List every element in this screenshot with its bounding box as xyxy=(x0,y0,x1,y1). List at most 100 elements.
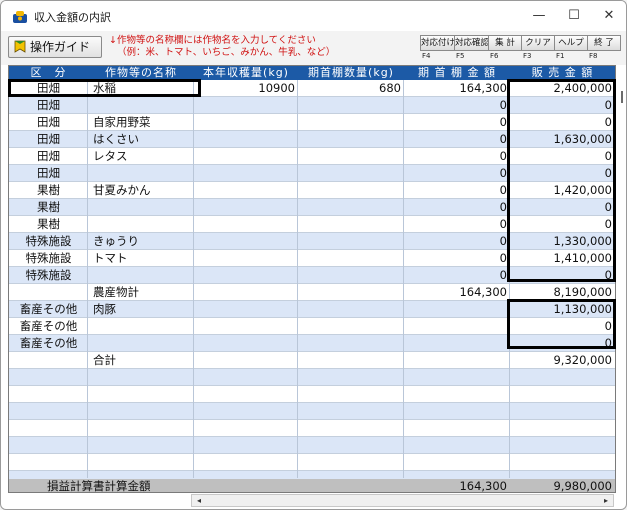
sales-amount-cell[interactable]: 0 xyxy=(510,318,615,335)
opening-qty-cell[interactable] xyxy=(298,284,404,301)
sales-amount-cell[interactable] xyxy=(510,369,615,386)
sales-amount-cell[interactable]: 1,130,000 xyxy=(510,301,615,318)
crop-name-cell[interactable]: 甘夏みかん xyxy=(88,182,194,199)
scroll-left-arrow-icon[interactable]: ◂ xyxy=(193,495,205,506)
harvest-qty-cell[interactable] xyxy=(194,454,298,471)
crop-name-cell[interactable] xyxy=(88,216,194,233)
opening-qty-cell[interactable] xyxy=(298,301,404,318)
category-cell[interactable]: 田畑 xyxy=(9,97,88,114)
opening-amount-cell[interactable]: 164,300 xyxy=(404,80,510,97)
opening-amount-cell[interactable] xyxy=(404,318,510,335)
harvest-qty-cell[interactable] xyxy=(194,216,298,233)
category-cell[interactable]: 特殊施設 xyxy=(9,233,88,250)
harvest-qty-cell[interactable] xyxy=(194,165,298,182)
harvest-qty-cell[interactable] xyxy=(194,182,298,199)
maximize-button[interactable]: ☐ xyxy=(556,5,592,27)
crop-name-cell[interactable]: トマト xyxy=(88,250,194,267)
harvest-qty-cell[interactable] xyxy=(194,267,298,284)
harvest-qty-cell[interactable] xyxy=(194,352,298,369)
harvest-qty-cell[interactable] xyxy=(194,97,298,114)
opening-amount-cell[interactable]: 0 xyxy=(404,250,510,267)
opening-amount-cell[interactable] xyxy=(404,301,510,318)
crop-name-cell[interactable]: 水稲 xyxy=(88,80,194,97)
sales-amount-cell[interactable]: 0 xyxy=(510,199,615,216)
category-cell[interactable]: 畜産その他 xyxy=(9,318,88,335)
opening-qty-cell[interactable] xyxy=(298,420,404,437)
opening-qty-cell[interactable] xyxy=(298,352,404,369)
opening-amount-cell[interactable]: 0 xyxy=(404,267,510,284)
opening-qty-cell[interactable] xyxy=(298,114,404,131)
opening-qty-cell[interactable] xyxy=(298,250,404,267)
opening-amount-cell[interactable] xyxy=(404,369,510,386)
opening-qty-cell[interactable] xyxy=(298,182,404,199)
opening-amount-cell[interactable] xyxy=(404,403,510,420)
sales-amount-cell[interactable]: 0 xyxy=(510,165,615,182)
category-cell[interactable] xyxy=(9,369,88,386)
operation-guide-button[interactable]: 操作ガイド xyxy=(8,36,102,58)
harvest-qty-cell[interactable] xyxy=(194,420,298,437)
opening-amount-cell[interactable]: 0 xyxy=(404,165,510,182)
close-button[interactable]: ✕ xyxy=(591,5,626,27)
opening-amount-cell[interactable]: 0 xyxy=(404,216,510,233)
opening-amount-cell[interactable] xyxy=(404,420,510,437)
opening-amount-cell[interactable]: 0 xyxy=(404,182,510,199)
harvest-qty-cell[interactable] xyxy=(194,386,298,403)
harvest-qty-cell[interactable] xyxy=(194,284,298,301)
sales-amount-cell[interactable]: 1,630,000 xyxy=(510,131,615,148)
harvest-qty-cell[interactable] xyxy=(194,318,298,335)
crop-name-cell[interactable] xyxy=(88,267,194,284)
opening-amount-cell[interactable]: 0 xyxy=(404,148,510,165)
category-cell[interactable]: 田畑 xyxy=(9,114,88,131)
sales-amount-cell[interactable]: 0 xyxy=(510,114,615,131)
category-cell[interactable]: 田畑 xyxy=(9,131,88,148)
clear-button[interactable]: クリア xyxy=(521,35,555,51)
crop-name-cell[interactable]: きゅうり xyxy=(88,233,194,250)
opening-amount-cell[interactable]: 0 xyxy=(404,233,510,250)
crop-name-cell[interactable] xyxy=(88,318,194,335)
category-cell[interactable]: 特殊施設 xyxy=(9,250,88,267)
harvest-qty-cell[interactable] xyxy=(194,148,298,165)
category-cell[interactable] xyxy=(9,386,88,403)
category-cell[interactable]: 田畑 xyxy=(9,165,88,182)
opening-amount-cell[interactable] xyxy=(404,335,510,352)
category-cell[interactable]: 畜産その他 xyxy=(9,335,88,352)
crop-name-cell[interactable] xyxy=(88,335,194,352)
harvest-qty-cell[interactable] xyxy=(194,199,298,216)
harvest-qty-cell[interactable] xyxy=(194,437,298,454)
opening-qty-cell[interactable] xyxy=(298,131,404,148)
category-cell[interactable] xyxy=(9,352,88,369)
category-cell[interactable]: 田畑 xyxy=(9,80,88,97)
scroll-right-arrow-icon[interactable]: ▸ xyxy=(600,495,612,506)
sales-amount-cell[interactable]: 0 xyxy=(510,97,615,114)
crop-name-cell[interactable]: 農産物計 xyxy=(88,284,194,301)
category-cell[interactable] xyxy=(9,437,88,454)
crop-name-cell[interactable]: レタス xyxy=(88,148,194,165)
vertical-scroll-thumb[interactable] xyxy=(621,91,623,103)
opening-qty-cell[interactable] xyxy=(298,386,404,403)
opening-qty-cell[interactable] xyxy=(298,148,404,165)
opening-qty-cell[interactable] xyxy=(298,216,404,233)
sales-amount-cell[interactable]: 0 xyxy=(510,216,615,233)
opening-qty-cell[interactable] xyxy=(298,318,404,335)
opening-qty-cell[interactable] xyxy=(298,97,404,114)
crop-name-cell[interactable] xyxy=(88,437,194,454)
category-cell[interactable] xyxy=(9,284,88,301)
sales-amount-cell[interactable]: 1,410,000 xyxy=(510,250,615,267)
category-cell[interactable]: 果樹 xyxy=(9,182,88,199)
category-cell[interactable]: 果樹 xyxy=(9,216,88,233)
sales-amount-cell[interactable]: 1,420,000 xyxy=(510,182,615,199)
opening-amount-cell[interactable]: 0 xyxy=(404,199,510,216)
crop-name-cell[interactable]: はくさい xyxy=(88,131,194,148)
opening-qty-cell[interactable] xyxy=(298,335,404,352)
category-cell[interactable]: 果樹 xyxy=(9,199,88,216)
horizontal-scrollbar[interactable]: ◂ ▸ xyxy=(191,494,614,507)
sales-amount-cell[interactable] xyxy=(510,437,615,454)
harvest-qty-cell[interactable] xyxy=(194,403,298,420)
opening-qty-cell[interactable] xyxy=(298,233,404,250)
crop-name-cell[interactable]: 肉豚 xyxy=(88,301,194,318)
opening-qty-cell[interactable] xyxy=(298,199,404,216)
harvest-qty-cell[interactable] xyxy=(194,369,298,386)
sales-amount-cell[interactable] xyxy=(510,420,615,437)
category-cell[interactable] xyxy=(9,403,88,420)
opening-amount-cell[interactable] xyxy=(404,454,510,471)
